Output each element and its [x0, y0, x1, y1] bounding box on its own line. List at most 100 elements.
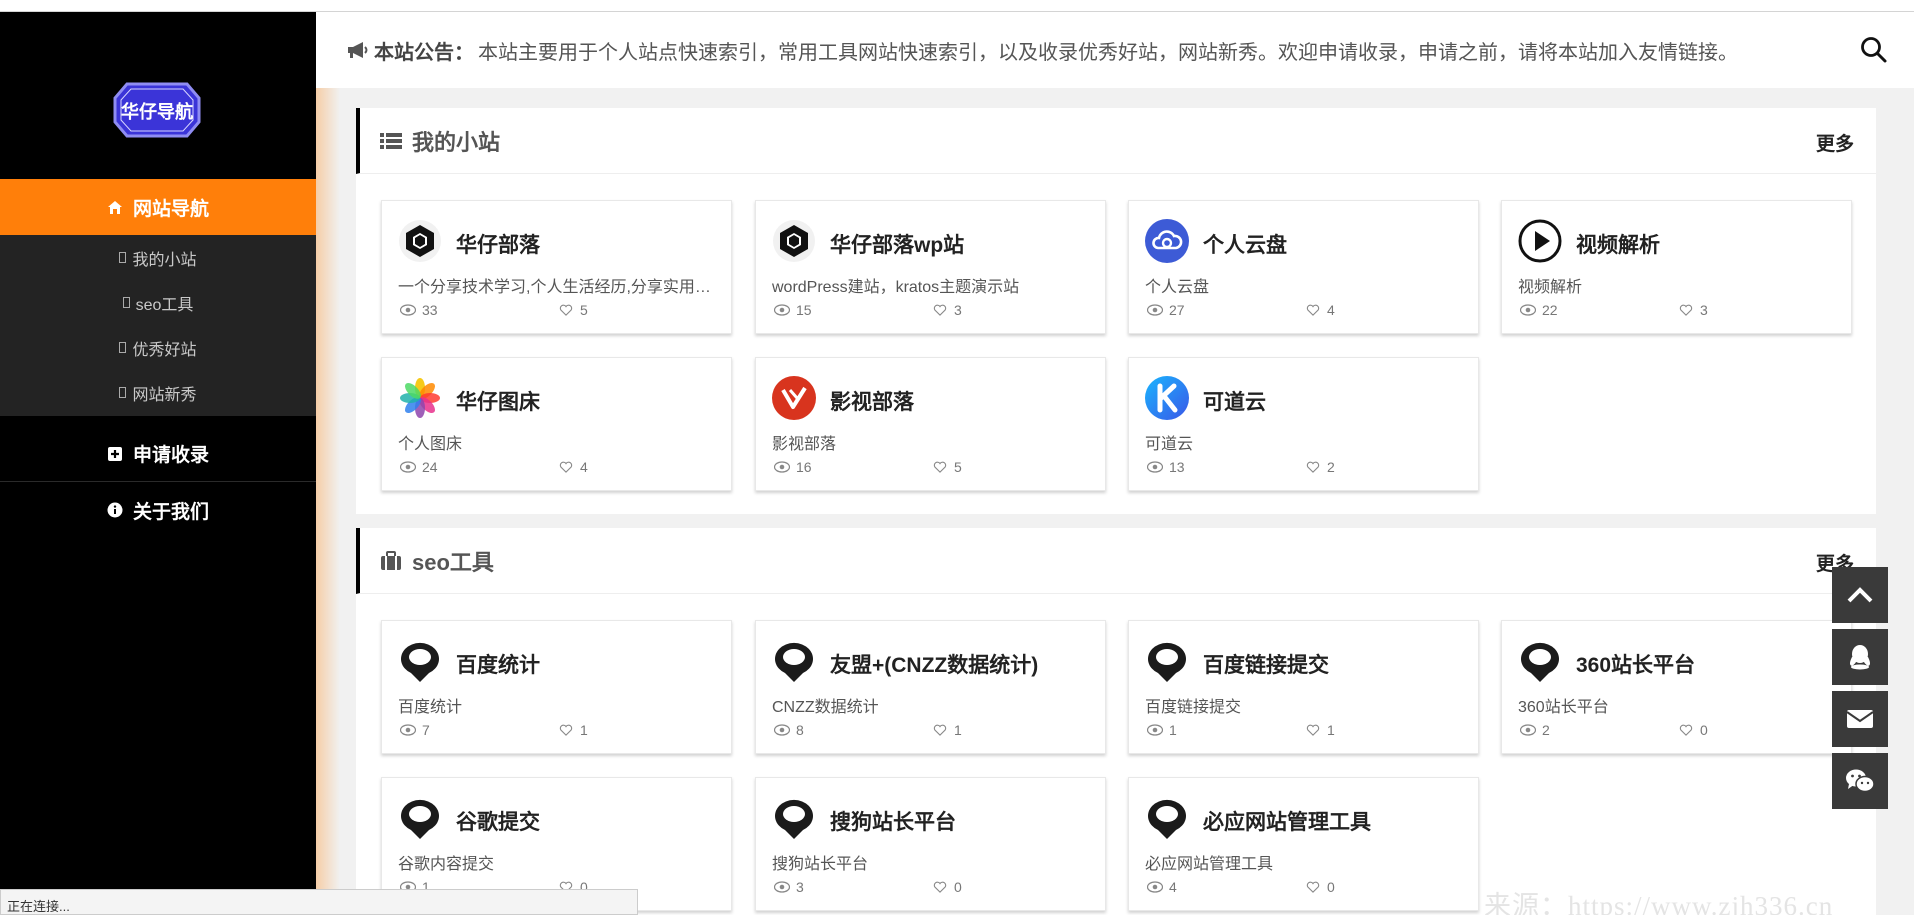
- card-desc: 百度链接提交: [1145, 699, 1242, 716]
- briefcase-icon: [381, 550, 401, 570]
- card-desc: 360站长平台: [1518, 699, 1609, 716]
- like-count[interactable]: 0: [932, 879, 962, 895]
- nav-apply-label: 申请收录: [132, 445, 209, 466]
- view-count-value: 22: [1542, 302, 1558, 318]
- view-count-value: 24: [422, 459, 438, 475]
- like-count[interactable]: 3: [932, 302, 962, 318]
- card-desc: 可道云: [1145, 436, 1194, 453]
- card-desc: 个人云盘: [1145, 279, 1210, 296]
- nav-website-navigation[interactable]: 网站导航: [0, 179, 316, 235]
- like-count[interactable]: 4: [1305, 302, 1335, 318]
- subnav-item-good-sites[interactable]: 优秀好站: [0, 325, 316, 370]
- kodcloud-icon: [1145, 376, 1189, 420]
- back-to-top-button[interactable]: [1832, 567, 1888, 623]
- site-logo[interactable]: 华仔导航: [113, 80, 201, 140]
- card-title: 华仔部落: [456, 234, 540, 257]
- qq-contact-button[interactable]: [1832, 629, 1888, 685]
- card-desc: 影视部落: [772, 436, 837, 453]
- more-link[interactable]: 更多: [1816, 129, 1854, 156]
- card-title: 影视部落: [830, 391, 914, 414]
- view-count-value: 1: [1169, 722, 1177, 738]
- nav-about-label: 关于我们: [132, 501, 209, 523]
- browser-status-bar: 正在连接...: [0, 889, 638, 915]
- site-card[interactable]: 360站长平台 360站长平台 2 0: [1501, 620, 1852, 754]
- eye-icon: [400, 724, 416, 736]
- card-desc: CNZZ数据统计: [772, 699, 879, 716]
- heart-icon: [1306, 881, 1320, 893]
- search-button[interactable]: [1860, 36, 1888, 64]
- card-title: 百度统计: [456, 654, 540, 677]
- heart-icon: [1306, 304, 1320, 316]
- like-count[interactable]: 1: [932, 722, 962, 738]
- like-count-value: 4: [1327, 302, 1335, 318]
- view-count: 3: [774, 879, 804, 895]
- eye-icon: [1520, 724, 1536, 736]
- site-card[interactable]: 华仔图床 个人图床 24 4: [381, 357, 732, 491]
- card-title: 华仔图床: [456, 391, 540, 414]
- nav-about-us[interactable]: 关于我们: [0, 482, 316, 538]
- eye-icon: [1147, 724, 1163, 736]
- subnav-item-new-sites[interactable]: 网站新秀: [0, 370, 316, 415]
- site-card[interactable]: 个人云盘 个人云盘 27 4: [1128, 200, 1479, 334]
- card-title: 谷歌提交: [456, 811, 540, 834]
- view-count: 33: [400, 302, 438, 318]
- video-logo-icon: [772, 376, 816, 420]
- site-card[interactable]: 华仔部落wp站 wordPress建站，kratos主题演示站 15 3: [755, 200, 1106, 334]
- eye-icon: [400, 304, 416, 316]
- like-count-value: 0: [1700, 722, 1708, 738]
- subnav-item-seo-tools[interactable]: seo工具: [0, 280, 316, 325]
- play-icon: [1518, 219, 1562, 263]
- site-card[interactable]: 可道云 可道云 13 2: [1128, 357, 1479, 491]
- heart-icon: [559, 461, 573, 473]
- site-card[interactable]: 搜狗站长平台 搜狗站长平台 3 0: [755, 777, 1106, 911]
- subnav-item-label: 优秀好站: [132, 341, 197, 359]
- site-card[interactable]: 百度链接提交 百度链接提交 1 1: [1128, 620, 1479, 754]
- view-count-value: 27: [1169, 302, 1185, 318]
- view-count: 27: [1147, 302, 1185, 318]
- view-count: 7: [400, 722, 430, 738]
- nav-website-navigation-label: 网站导航: [132, 198, 209, 220]
- email-contact-button[interactable]: [1832, 691, 1888, 747]
- search-icon: [1861, 37, 1887, 63]
- section-header: seo工具 更多: [356, 528, 1876, 594]
- subnav-item-my-sites[interactable]: 我的小站: [0, 235, 316, 280]
- wechat-contact-button[interactable]: [1832, 753, 1888, 809]
- site-card[interactable]: 必应网站管理工具 必应网站管理工具 4 0: [1128, 777, 1479, 911]
- eye-icon: [774, 724, 790, 736]
- like-count[interactable]: 4: [558, 459, 588, 475]
- like-count[interactable]: 5: [558, 302, 588, 318]
- source-watermark: 来源：https://www.zjh336.cn: [1484, 891, 1834, 915]
- site-card[interactable]: 视频解析 视频解析 22 3: [1501, 200, 1852, 334]
- section-header: 我的小站 更多: [356, 108, 1876, 174]
- like-count[interactable]: 5: [932, 459, 962, 475]
- site-card[interactable]: 华仔部落 一个分享技术学习,个人生活经历,分享实用工具的网站 33 5: [381, 200, 732, 334]
- view-count: 8: [774, 722, 804, 738]
- like-count-value: 4: [580, 459, 588, 475]
- like-count-value: 3: [954, 302, 962, 318]
- like-count-value: 0: [1327, 879, 1335, 895]
- arrow-up-icon: [1847, 587, 1873, 603]
- home-icon: [107, 199, 123, 215]
- card-desc: 谷歌内容提交: [398, 856, 495, 873]
- view-count-value: 15: [796, 302, 812, 318]
- map-pin-icon: [401, 799, 439, 839]
- like-count[interactable]: 3: [1678, 302, 1708, 318]
- nav-apply-listing[interactable]: 申请收录: [0, 426, 316, 482]
- like-count[interactable]: 0: [1305, 879, 1335, 895]
- card-title: 视频解析: [1576, 234, 1660, 257]
- site-card[interactable]: 影视部落 影视部落 16 5: [755, 357, 1106, 491]
- eye-icon: [1147, 461, 1163, 473]
- heart-icon: [1306, 461, 1320, 473]
- heart-icon: [933, 461, 947, 473]
- site-card[interactable]: 友盟+(CNZZ数据统计) CNZZ数据统计 8 1: [755, 620, 1106, 754]
- card-title: 360站长平台: [1576, 654, 1696, 677]
- square-icon: [122, 297, 130, 308]
- site-card[interactable]: 百度统计 百度统计 7 1: [381, 620, 732, 754]
- like-count[interactable]: 1: [558, 722, 588, 738]
- heart-icon: [933, 304, 947, 316]
- like-count[interactable]: 0: [1678, 722, 1708, 738]
- like-count[interactable]: 2: [1305, 459, 1335, 475]
- heart-icon: [933, 724, 947, 736]
- view-count-value: 16: [796, 459, 812, 475]
- like-count[interactable]: 1: [1305, 722, 1335, 738]
